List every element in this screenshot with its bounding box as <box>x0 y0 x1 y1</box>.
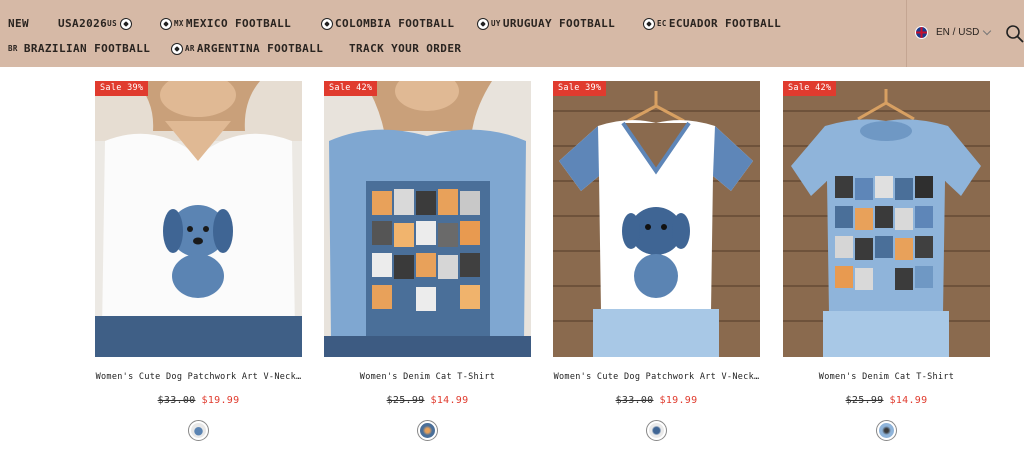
nav-argentina-football[interactable]: AR ARGENTINA FOOTBALL <box>171 42 323 55</box>
nav-usa2026-label: USA2026 <box>58 17 108 30</box>
search-icon[interactable] <box>1005 24 1024 43</box>
sale-badge: Sale 39% <box>553 81 607 96</box>
soccer-ball-icon <box>477 17 489 30</box>
sale-badge: Sale 42% <box>324 81 378 96</box>
nav-usa2026[interactable]: USA2026 US <box>58 17 133 30</box>
product-price: $33.00 $19.99 <box>95 395 302 406</box>
soccer-ball-icon <box>171 42 183 55</box>
nav-track-order-label: TRACK YOUR ORDER <box>349 42 462 55</box>
nav-mexico-football[interactable]: MX MEXICO FOOTBALL <box>160 17 291 30</box>
nav-argentina-label: ARGENTINA FOOTBALL <box>196 42 324 55</box>
sale-price: $14.99 <box>430 395 469 406</box>
color-swatch[interactable] <box>417 420 438 441</box>
color-swatch[interactable] <box>646 420 667 441</box>
nav-colombia-label: COLOMBIA FOOTBALL <box>335 17 455 30</box>
soccer-ball-icon <box>643 17 655 30</box>
original-price: $25.99 <box>845 395 884 406</box>
nav-new[interactable]: NEW <box>8 17 29 30</box>
original-price: $25.99 <box>386 395 425 406</box>
ec-flag-code: EC <box>657 19 667 28</box>
product-name[interactable]: Women's Cute Dog Patchwork Art V-Neck… <box>95 372 302 382</box>
product-card: Sale 42% Women's Denim Cat T-Shirt $25.9… <box>324 81 531 441</box>
product-image[interactable]: Sale 39% <box>553 81 760 357</box>
nav-new-label: NEW <box>8 17 30 30</box>
nav-uruguay-label: URUGUAY FOOTBALL <box>502 17 616 30</box>
product-name[interactable]: Women's Denim Cat T-Shirt <box>324 372 531 382</box>
soccer-ball-icon <box>321 17 333 30</box>
nav-track-order[interactable]: TRACK YOUR ORDER <box>349 42 461 55</box>
color-swatch[interactable] <box>876 420 897 441</box>
us-flag-code: US <box>107 19 118 28</box>
product-name[interactable]: Women's Denim Cat T-Shirt <box>783 372 990 382</box>
nav-mexico-label: MEXICO FOOTBALL <box>185 17 292 30</box>
nav-brazilian-football[interactable]: BR BRAZILIAN FOOTBALL <box>8 42 150 55</box>
nav-brazilian-label: BRAZILIAN FOOTBALL <box>23 42 151 55</box>
product-price: $25.99 $14.99 <box>783 395 990 406</box>
sale-price: $19.99 <box>201 395 240 406</box>
product-price: $25.99 $14.99 <box>324 395 531 406</box>
product-card: Sale 39% Women's Cute Dog Patchwork Art … <box>95 81 302 441</box>
br-flag-code: BR <box>8 44 18 53</box>
nav-ecuador-label: ECUADOR FOOTBALL <box>668 17 782 30</box>
nav-colombia-football[interactable]: COLOMBIA FOOTBALL <box>321 17 454 30</box>
sale-price: $19.99 <box>659 395 698 406</box>
sale-badge: Sale 42% <box>783 81 837 96</box>
product-name[interactable]: Women's Cute Dog Patchwork Art V-Neck… <box>553 372 760 382</box>
ar-flag-code: AR <box>185 44 195 53</box>
original-price: $33.00 <box>615 395 654 406</box>
uk-flag-icon <box>915 26 928 39</box>
product-image[interactable]: Sale 42% <box>783 81 990 357</box>
product-card: Sale 39% Women's Cute Dog Patchwork Art … <box>553 81 760 441</box>
color-swatch[interactable] <box>188 420 209 441</box>
mx-flag-code: MX <box>174 19 184 28</box>
uy-flag-code: UY <box>491 19 501 28</box>
header-divider <box>906 0 907 67</box>
sale-price: $14.99 <box>889 395 928 406</box>
original-price: $33.00 <box>157 395 196 406</box>
main-nav: NEW USA2026 US MX MEXICO FOOTBALL COLOMB… <box>0 0 900 67</box>
soccer-ball-icon <box>120 17 133 30</box>
product-image[interactable]: Sale 39% <box>95 81 302 357</box>
product-card: Sale 42% Women's Denim Cat T-Shirt $25.9… <box>783 81 990 441</box>
soccer-ball-icon <box>160 17 172 30</box>
sale-badge: Sale 39% <box>95 81 149 96</box>
nav-uruguay-football[interactable]: UY URUGUAY FOOTBALL <box>477 17 615 30</box>
locale-selector[interactable]: EN / USD <box>915 26 992 39</box>
locale-label: EN / USD <box>936 27 980 38</box>
site-header: NEW USA2026 US MX MEXICO FOOTBALL COLOMB… <box>0 0 1024 67</box>
chevron-down-icon <box>983 26 992 35</box>
product-price: $33.00 $19.99 <box>553 395 760 406</box>
product-image[interactable]: Sale 42% <box>324 81 531 357</box>
nav-ecuador-football[interactable]: EC ECUADOR FOOTBALL <box>643 17 781 30</box>
